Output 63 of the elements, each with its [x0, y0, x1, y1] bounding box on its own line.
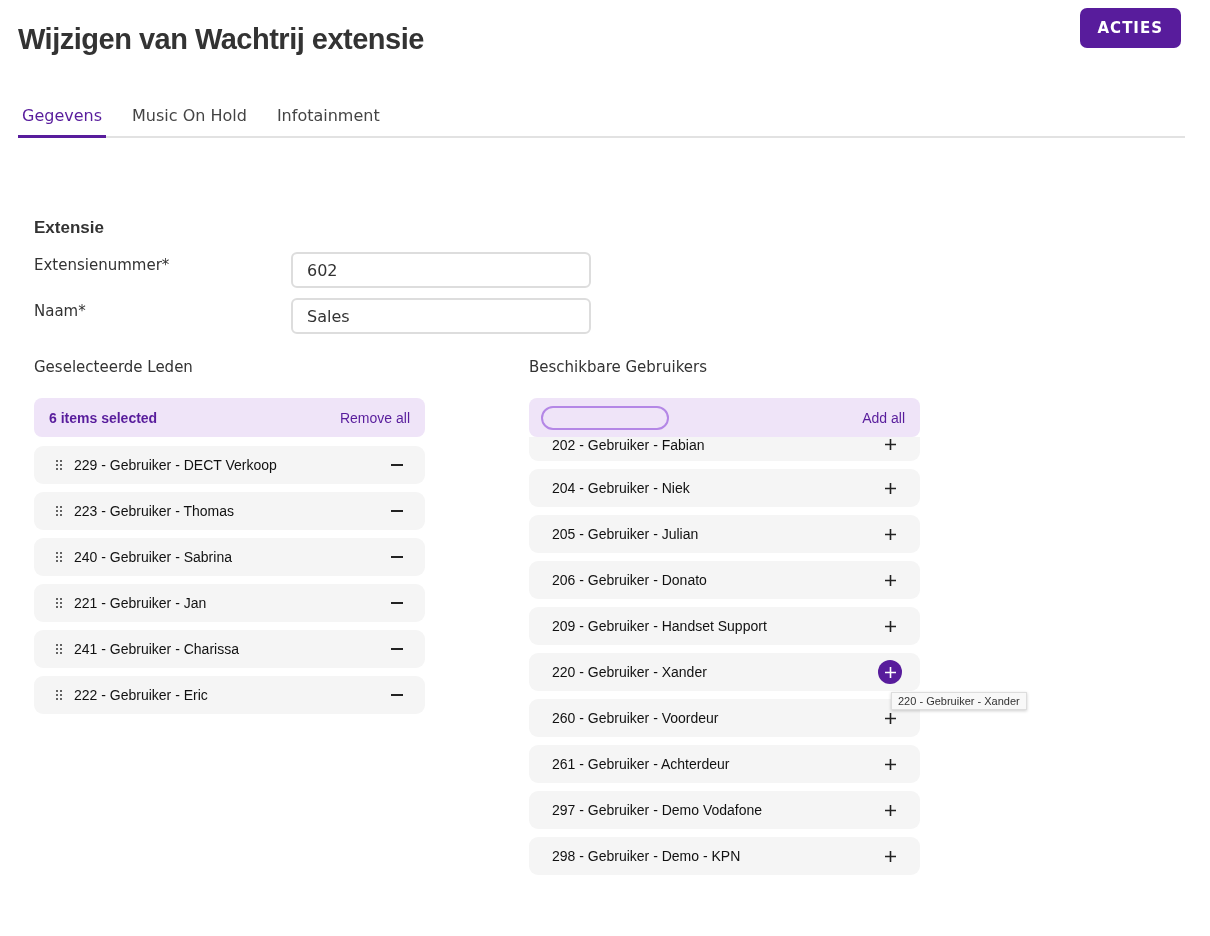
- member-label: 222 - Gebruiker - Eric: [74, 687, 209, 703]
- user-label: 204 - Gebruiker - Niek: [552, 480, 691, 496]
- drag-handle-icon[interactable]: [56, 552, 62, 562]
- input-field[interactable]: 602: [291, 252, 591, 288]
- plus-icon[interactable]: [884, 438, 896, 450]
- member-label: 240 - Gebruiker - Sabrina: [74, 549, 233, 565]
- user-item[interactable]: 205 - Gebruiker - Julian: [529, 515, 920, 553]
- tab[interactable]: Music On Hold: [128, 101, 251, 138]
- plus-icon[interactable]: [884, 482, 896, 494]
- plus-icon[interactable]: [884, 850, 896, 862]
- remove-all-link[interactable]: Remove all: [339, 409, 410, 426]
- drag-handle-icon[interactable]: [56, 460, 62, 470]
- user-label: 297 - Gebruiker - Demo Vodafone: [552, 802, 764, 818]
- field-label: Extensienummer*: [34, 255, 171, 274]
- drag-handle-icon[interactable]: [56, 644, 62, 654]
- user-item[interactable]: 261 - Gebruiker - Achterdeur: [529, 745, 920, 783]
- field-label: Naam*: [34, 301, 87, 320]
- member-label: 241 - Gebruiker - Charissa: [74, 641, 240, 657]
- member-label: 229 - Gebruiker - DECT Verkoop: [74, 457, 278, 473]
- user-item[interactable]: 209 - Gebruiker - Handset Support: [529, 607, 920, 645]
- user-item[interactable]: 202 - Gebruiker - Fabian: [529, 437, 920, 461]
- page-title: Wijzigen van Wachtrij extensie: [18, 23, 424, 56]
- user-item[interactable]: 297 - Gebruiker - Demo Vodafone: [529, 791, 920, 829]
- tab[interactable]: Gegevens: [18, 101, 107, 138]
- user-item[interactable]: 204 - Gebruiker - Niek: [529, 469, 920, 507]
- member-item[interactable]: 221 - Gebruiker - Jan: [34, 584, 425, 622]
- plus-icon[interactable]: [884, 804, 896, 816]
- drag-handle-icon[interactable]: [56, 506, 62, 516]
- plus-icon[interactable]: [884, 620, 896, 632]
- user-label: 298 - Gebruiker - Demo - KPN: [552, 848, 742, 864]
- member-item[interactable]: 240 - Gebruiker - Sabrina: [34, 538, 425, 576]
- member-item[interactable]: 241 - Gebruiker - Charissa: [34, 630, 425, 668]
- user-label: 220 - Gebruiker - Xander: [552, 664, 708, 680]
- drag-handle-icon[interactable]: [56, 690, 62, 700]
- user-label: 209 - Gebruiker - Handset Support: [552, 618, 768, 634]
- plus-icon[interactable]: [884, 528, 896, 540]
- member-item[interactable]: 223 - Gebruiker - Thomas: [34, 492, 425, 530]
- user-item[interactable]: 206 - Gebruiker - Donato: [529, 561, 920, 599]
- drag-handle-icon[interactable]: [56, 598, 62, 608]
- member-label: 221 - Gebruiker - Jan: [74, 595, 208, 611]
- user-item[interactable]: 298 - Gebruiker - Demo - KPN: [529, 837, 920, 875]
- list-title: Beschikbare Gebruikers: [529, 358, 709, 376]
- filter-field[interactable]: [541, 405, 669, 430]
- add-all-link[interactable]: Add all: [862, 409, 905, 426]
- member-item[interactable]: 229 - Gebruiker - DECT Verkoop: [34, 446, 425, 484]
- member-item[interactable]: 222 - Gebruiker - Eric: [34, 676, 425, 714]
- user-label: 260 - Gebruiker - Voordeur: [552, 710, 720, 726]
- tab[interactable]: Infotainment: [272, 101, 384, 138]
- list-title: Geselecteerde Leden: [34, 358, 194, 376]
- user-label: 202 - Gebruiker - Fabian: [552, 437, 706, 453]
- user-label: 261 - Gebruiker - Achterdeur: [552, 756, 731, 772]
- tooltip: 220 - Gebruiker - Xander: [891, 692, 1027, 710]
- selection-count: 6 items selected: [49, 409, 158, 426]
- user-label: 206 - Gebruiker - Donato: [552, 572, 708, 588]
- user-label: 205 - Gebruiker - Julian: [552, 526, 700, 542]
- plus-icon[interactable]: [884, 758, 896, 770]
- plus-icon[interactable]: [884, 712, 896, 724]
- section-title: Extensie: [34, 218, 105, 238]
- actions-button[interactable]: ACTIES: [1079, 8, 1181, 48]
- member-label: 223 - Gebruiker - Thomas: [74, 503, 236, 519]
- input-field[interactable]: Sales: [291, 298, 591, 334]
- plus-icon[interactable]: [884, 574, 896, 586]
- add-button[interactable]: [878, 660, 902, 684]
